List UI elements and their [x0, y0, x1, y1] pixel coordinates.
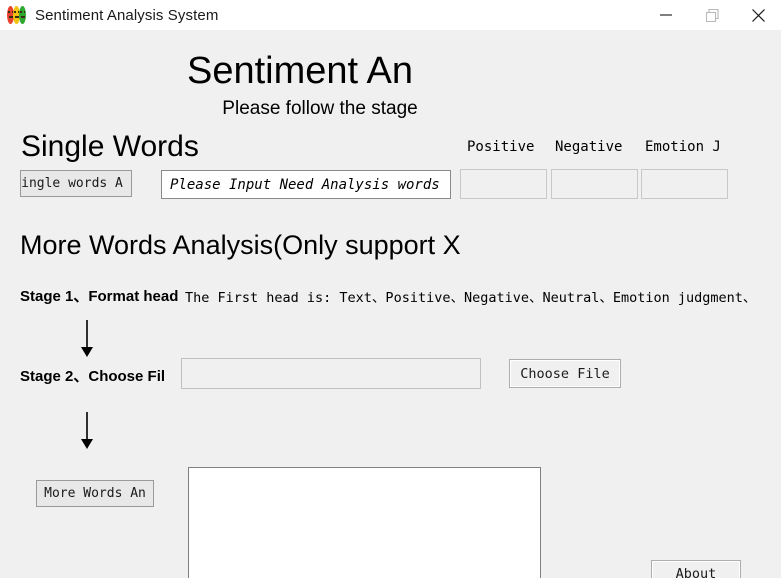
- file-path-input[interactable]: [181, 358, 481, 389]
- close-button[interactable]: [735, 0, 781, 30]
- negative-result-box: [551, 169, 638, 199]
- emotion-judgment-result-label: Emotion J: [645, 139, 721, 155]
- minimize-icon: [660, 14, 672, 16]
- choose-file-button[interactable]: Choose File: [509, 359, 621, 388]
- single-words-analysis-button[interactable]: ingle words A: [20, 170, 132, 197]
- minimize-button[interactable]: [643, 0, 689, 30]
- restore-icon: [705, 8, 719, 22]
- window-title: Sentiment Analysis System: [35, 6, 219, 24]
- positive-result-box: [460, 169, 547, 199]
- about-button[interactable]: About: [651, 560, 741, 578]
- maximize-button[interactable]: [689, 0, 735, 30]
- more-words-analysis-button[interactable]: More Words An: [36, 480, 154, 507]
- single-words-analysis-button-label: ingle words A: [21, 176, 123, 191]
- stage2-label: Stage 2、Choose Fil: [20, 368, 166, 385]
- stage1-description: The First head is: Text、Positive、Negativ…: [185, 290, 757, 306]
- down-arrow-icon-2: [81, 412, 93, 449]
- emotion-judgment-result-box: [641, 169, 728, 199]
- title-bar[interactable]: Sentiment Analysis System: [0, 0, 781, 30]
- single-words-heading: Single Words: [21, 130, 199, 163]
- close-icon: [751, 8, 765, 22]
- sentiment-faces-icon: [7, 6, 27, 24]
- window-controls: [643, 0, 781, 30]
- green-face-icon: [19, 6, 26, 24]
- choose-file-button-label: Choose File: [520, 365, 610, 382]
- more-words-heading: More Words Analysis(Only support X: [20, 230, 461, 260]
- negative-result-label: Negative: [555, 139, 623, 155]
- more-words-analysis-button-label: More Words An: [44, 486, 146, 501]
- single-words-input[interactable]: [161, 170, 451, 199]
- about-button-label: About: [675, 565, 717, 578]
- page-subtitle: Please follow the stage: [222, 98, 418, 119]
- results-output-textarea[interactable]: [188, 467, 541, 578]
- stage1-label: Stage 1、Format head: [20, 288, 179, 305]
- page-title: Sentiment An: [186, 50, 414, 92]
- main-content: Sentiment An Please follow the stage Sin…: [0, 30, 781, 578]
- positive-result-label: Positive: [467, 139, 535, 155]
- down-arrow-icon-1: [81, 320, 93, 357]
- application-window: Sentiment Analysis System Sentiment An P…: [0, 0, 781, 578]
